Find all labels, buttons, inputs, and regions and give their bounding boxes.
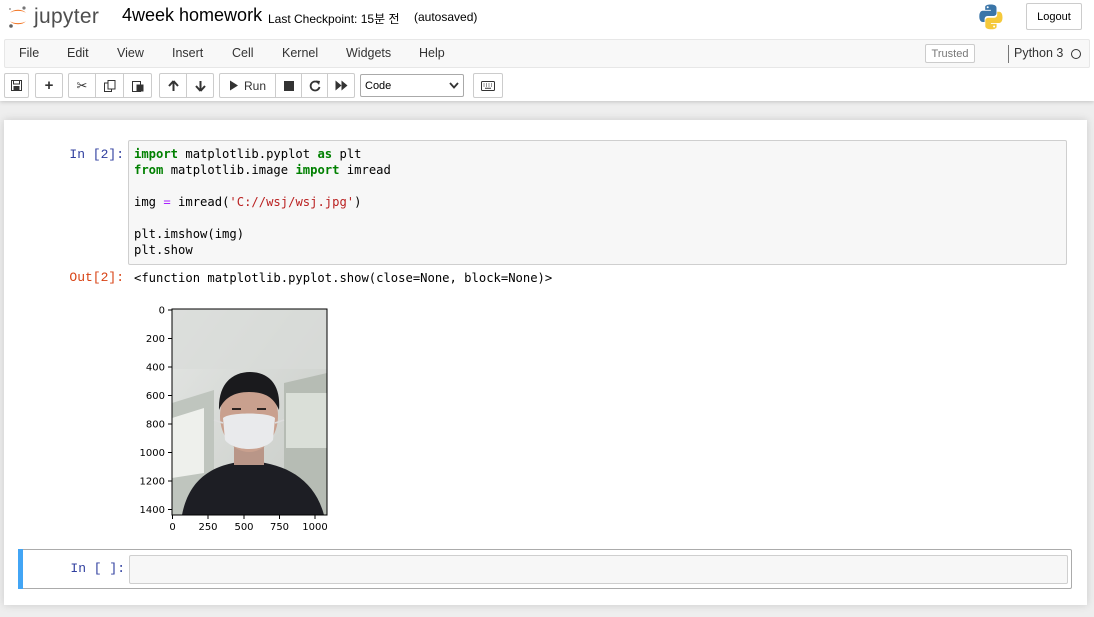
logout-button[interactable]: Logout — [1026, 3, 1082, 30]
x-tick-label: 1000 — [302, 522, 327, 533]
keyboard-icon — [481, 80, 495, 91]
arrow-up-icon — [167, 79, 179, 91]
kernel-idle-icon — [1071, 49, 1081, 59]
cell-2-code-input[interactable] — [129, 555, 1068, 584]
code-line-6: plt.imshow(img) — [134, 227, 245, 241]
interrupt-button[interactable] — [275, 73, 302, 98]
y-tick-label: 200 — [146, 334, 165, 345]
y-tick-label: 1200 — [140, 477, 165, 488]
python-logo-icon — [977, 3, 1005, 36]
menu-insert[interactable]: Insert — [172, 46, 203, 60]
code-line-7: plt.show — [134, 243, 193, 257]
jupyter-logo-icon — [9, 6, 26, 28]
restart-run-all-button[interactable] — [327, 73, 355, 98]
paste-icon — [131, 80, 143, 92]
scissors-icon: ✂ — [76, 77, 88, 93]
save-button[interactable] — [4, 73, 29, 98]
toolbar-save-group — [4, 73, 29, 98]
toolbar-move-group — [159, 73, 214, 98]
move-up-button[interactable] — [159, 73, 187, 98]
photo-image — [172, 309, 327, 515]
stop-icon — [283, 80, 294, 91]
trusted-badge[interactable]: Trusted — [925, 44, 975, 63]
code-line-1: import matplotlib.pyplot as plt — [134, 147, 362, 161]
copy-icon — [103, 79, 115, 92]
toolbar-edit-group: ✂ — [68, 73, 152, 98]
jupyter-wordmark: jupyter — [34, 5, 100, 28]
menu-widgets[interactable]: Widgets — [346, 46, 391, 60]
play-icon — [229, 80, 238, 91]
arrow-down-icon — [194, 80, 206, 92]
menu-edit[interactable]: Edit — [67, 46, 89, 60]
x-tick-label: 750 — [270, 522, 289, 533]
paste-button[interactable] — [123, 73, 152, 98]
menu-file[interactable]: File — [19, 46, 39, 60]
toolbar-insert-group: + — [35, 73, 63, 98]
menu-kernel[interactable]: Kernel — [282, 46, 318, 60]
x-tick-label: 500 — [234, 522, 253, 533]
menu-help[interactable]: Help — [419, 46, 445, 60]
x-tick-label: 250 — [198, 522, 217, 533]
y-tick-label: 800 — [146, 420, 165, 431]
kernel-name: Python 3 — [1014, 46, 1064, 60]
y-axis: 0 200 400 600 800 1000 1200 1400 — [140, 306, 172, 516]
restart-icon — [309, 80, 320, 91]
y-tick-label: 400 — [146, 363, 165, 374]
jupyter-logo[interactable]: jupyter — [7, 4, 99, 30]
cell-2[interactable]: In [ ]: — [18, 549, 1072, 589]
header: jupyter 4week homework Last Checkpoint: … — [0, 0, 1094, 101]
x-tick-label: 0 — [169, 522, 175, 533]
cell-type-select[interactable]: Code — [360, 74, 464, 97]
y-tick-label: 600 — [146, 391, 165, 402]
menu-view[interactable]: View — [117, 46, 144, 60]
notebook-container: In [2]: import matplotlib.pyplot as plt … — [4, 120, 1087, 605]
checkpoint-status: Last Checkpoint: 15분 전 — [268, 12, 400, 26]
menu-cell[interactable]: Cell — [232, 46, 254, 60]
kernel-divider — [1008, 45, 1009, 63]
copy-button[interactable] — [95, 73, 124, 98]
restart-button[interactable] — [301, 73, 328, 98]
code-line-2: from matplotlib.image import imread — [134, 163, 391, 177]
insert-cell-button[interactable]: + — [35, 73, 63, 98]
toolbar-run-group: Run — [219, 73, 355, 98]
cell-1-in-prompt: In [2]: — [69, 147, 124, 162]
command-palette-button[interactable] — [473, 73, 503, 98]
chevron-down-icon — [449, 82, 459, 89]
cell-type-value: Code — [365, 79, 392, 92]
menubar: File Edit View Insert Cell Kernel Widget… — [4, 39, 1090, 68]
notebook-name[interactable]: 4week homework — [122, 5, 262, 26]
run-label: Run — [243, 78, 266, 93]
x-axis: 0 250 500 750 1000 — [169, 515, 328, 533]
cut-button[interactable]: ✂ — [68, 73, 96, 98]
cell-2-in-prompt: In [ ]: — [70, 561, 125, 576]
move-down-button[interactable] — [186, 73, 214, 98]
fast-forward-icon — [335, 80, 347, 91]
cell-1-out-prompt: Out[2]: — [69, 270, 124, 285]
y-tick-label: 1000 — [140, 448, 165, 459]
run-button[interactable]: Run — [219, 73, 276, 98]
code-line-4: img = imread('C://wsj/wsj.jpg') — [134, 195, 362, 209]
toolbar-palette-group — [473, 73, 503, 98]
cell-1-code-input[interactable]: import matplotlib.pyplot as plt from mat… — [128, 140, 1067, 265]
cell-1-output-text: <function matplotlib.pyplot.show(close=N… — [134, 271, 553, 285]
y-tick-label: 1400 — [140, 505, 165, 516]
plus-icon: + — [44, 77, 54, 94]
save-icon — [11, 80, 22, 91]
imshow-plot: 0 200 400 600 800 1000 1200 1400 0 250 5… — [140, 306, 328, 534]
autosave-status: (autosaved) — [414, 10, 478, 24]
y-tick-label: 0 — [159, 306, 165, 317]
